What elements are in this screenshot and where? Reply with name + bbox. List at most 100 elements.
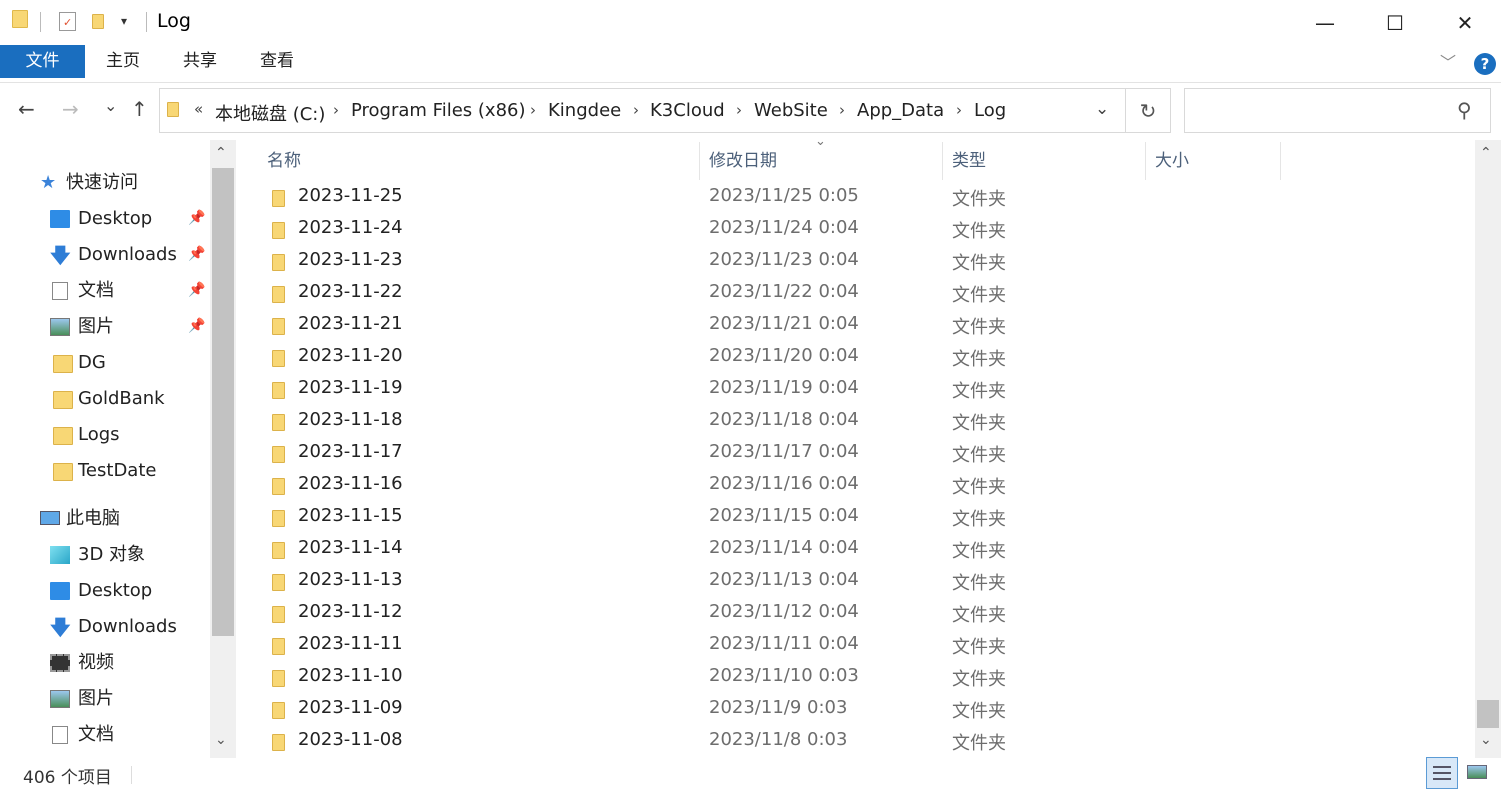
folder-icon bbox=[272, 382, 285, 399]
help-icon[interactable]: ? bbox=[1474, 53, 1496, 75]
breadcrumb-item[interactable]: Kingdee bbox=[548, 100, 621, 121]
chevron-right-icon[interactable]: › bbox=[530, 101, 536, 119]
new-folder-icon[interactable] bbox=[92, 14, 104, 29]
folder-icon bbox=[272, 638, 285, 655]
address-bar[interactable]: « 本地磁盘 (C:) › Program Files (x86) › King… bbox=[159, 88, 1126, 133]
file-type: 文件夹 bbox=[952, 701, 1006, 722]
file-type: 文件夹 bbox=[952, 317, 1006, 338]
column-header-date[interactable]: 修改日期 bbox=[709, 148, 777, 180]
chevron-right-icon[interactable]: › bbox=[839, 101, 845, 119]
sidebar-item-label: Desktop bbox=[78, 580, 153, 601]
sidebar-item-documents[interactable]: 文档 bbox=[48, 274, 208, 308]
details-view-button[interactable] bbox=[1426, 757, 1458, 789]
pin-icon[interactable]: 📌 bbox=[188, 246, 205, 262]
maximize-button[interactable]: ☐ bbox=[1360, 0, 1430, 45]
sidebar-item-logs[interactable]: Logs bbox=[48, 418, 208, 452]
sidebar-item-goldbank[interactable]: GoldBank bbox=[48, 382, 208, 416]
file-name: 2023-11-17 bbox=[298, 441, 403, 462]
folder-icon bbox=[272, 542, 285, 559]
sidebar-item-3d-objects[interactable]: 3D 对象 bbox=[48, 538, 208, 572]
pin-icon[interactable]: 📌 bbox=[188, 318, 205, 334]
folder-icon bbox=[272, 190, 285, 207]
file-type: 文件夹 bbox=[952, 669, 1006, 690]
back-button[interactable]: ← bbox=[18, 97, 35, 121]
tab-file[interactable]: 文件 bbox=[0, 45, 85, 78]
properties-icon[interactable]: ✓ bbox=[59, 12, 76, 31]
minimize-button[interactable]: — bbox=[1290, 0, 1360, 45]
file-type: 文件夹 bbox=[952, 349, 1006, 370]
maximize-icon: ☐ bbox=[1386, 10, 1404, 35]
folder-icon bbox=[272, 606, 285, 623]
breadcrumb-overflow-icon[interactable]: « bbox=[194, 100, 203, 118]
customize-toolbar-icon[interactable]: ▾ bbox=[121, 14, 127, 28]
file-name: 2023-11-23 bbox=[298, 249, 403, 270]
pin-icon[interactable]: 📌 bbox=[188, 282, 205, 298]
file-list-scrollbar[interactable] bbox=[1475, 140, 1501, 758]
file-date: 2023/11/19 0:04 bbox=[709, 377, 859, 398]
forward-button[interactable]: → bbox=[62, 97, 79, 121]
chevron-right-icon[interactable]: › bbox=[333, 101, 339, 119]
sidebar-item-label: 此电脑 bbox=[66, 508, 120, 529]
file-name: 2023-11-11 bbox=[298, 633, 403, 654]
column-divider[interactable] bbox=[1145, 142, 1146, 180]
scroll-down-icon[interactable]: ⌄ bbox=[215, 732, 227, 748]
column-header-size[interactable]: 大小 bbox=[1155, 148, 1189, 180]
sidebar-scrollbar-thumb[interactable] bbox=[212, 168, 234, 636]
file-date: 2023/11/25 0:05 bbox=[709, 185, 859, 206]
sidebar-item-pictures-pc[interactable]: 图片 bbox=[48, 682, 208, 716]
sidebar-item-pictures[interactable]: 图片 bbox=[48, 310, 208, 344]
refresh-button[interactable]: ↻ bbox=[1126, 88, 1171, 133]
breadcrumb-item[interactable]: K3Cloud bbox=[650, 100, 725, 121]
recent-locations-button[interactable]: ⌄ bbox=[104, 96, 117, 115]
sidebar-item-desktop-pc[interactable]: Desktop bbox=[48, 574, 208, 608]
sidebar-item-documents-pc[interactable]: 文档 bbox=[48, 718, 208, 752]
chevron-right-icon[interactable]: › bbox=[633, 101, 639, 119]
column-header-name[interactable]: 名称 bbox=[267, 148, 301, 180]
close-button[interactable]: ✕ bbox=[1430, 0, 1500, 45]
breadcrumb-item[interactable]: App_Data bbox=[857, 100, 944, 121]
sidebar-item-label: 3D 对象 bbox=[78, 544, 146, 565]
sidebar-item-label: Downloads bbox=[78, 616, 177, 637]
file-type: 文件夹 bbox=[952, 541, 1006, 562]
chevron-right-icon[interactable]: › bbox=[736, 101, 742, 119]
chevron-right-icon[interactable]: › bbox=[956, 101, 962, 119]
file-row[interactable] bbox=[238, 696, 1475, 728]
sidebar-item-videos[interactable]: 视频 bbox=[48, 646, 208, 680]
tab-view[interactable]: 查看 bbox=[249, 45, 305, 78]
breadcrumb-item-current[interactable]: Log bbox=[974, 100, 1006, 121]
pin-icon[interactable]: 📌 bbox=[188, 210, 205, 226]
file-row[interactable] bbox=[238, 728, 1475, 760]
file-date: 2023/11/9 0:03 bbox=[709, 697, 848, 718]
search-input[interactable]: ⚲ bbox=[1184, 88, 1491, 133]
breadcrumb-item[interactable]: WebSite bbox=[754, 100, 828, 121]
scroll-up-icon[interactable]: ⌃ bbox=[1480, 145, 1492, 161]
folder-icon bbox=[53, 463, 73, 481]
sidebar-item-downloads-pc[interactable]: 🡇 Downloads bbox=[48, 610, 208, 644]
up-button[interactable]: ↑ bbox=[131, 97, 148, 121]
sidebar-item-label: 文档 bbox=[78, 724, 114, 745]
address-dropdown-icon[interactable]: ⌄ bbox=[1095, 99, 1109, 119]
sidebar-item-downloads[interactable]: 🡇 Downloads bbox=[48, 238, 208, 272]
tab-share[interactable]: 共享 bbox=[172, 45, 228, 78]
file-name: 2023-11-25 bbox=[298, 185, 403, 206]
document-icon bbox=[52, 282, 68, 300]
column-divider[interactable] bbox=[942, 142, 943, 180]
sidebar-item-dg[interactable]: DG bbox=[48, 346, 208, 380]
sidebar-item-testdate[interactable]: TestDate bbox=[48, 454, 208, 488]
breadcrumb-item[interactable]: 本地磁盘 (C:) bbox=[215, 100, 325, 126]
breadcrumb-item[interactable]: Program Files (x86) bbox=[351, 100, 526, 121]
file-date: 2023/11/18 0:04 bbox=[709, 409, 859, 430]
sidebar-item-label: GoldBank bbox=[78, 388, 165, 409]
file-date: 2023/11/14 0:04 bbox=[709, 537, 859, 558]
expand-ribbon-icon[interactable]: ﹀ bbox=[1440, 49, 1456, 73]
column-header-type[interactable]: 类型 bbox=[952, 148, 986, 180]
sidebar-item-desktop[interactable]: Desktop bbox=[48, 202, 208, 236]
scroll-up-icon[interactable]: ⌃ bbox=[215, 145, 227, 161]
scroll-down-icon[interactable]: ⌄ bbox=[1480, 732, 1492, 748]
file-list-scrollbar-thumb[interactable] bbox=[1477, 700, 1499, 728]
column-divider[interactable] bbox=[699, 142, 700, 180]
column-divider[interactable] bbox=[1280, 142, 1281, 180]
large-icons-view-button[interactable] bbox=[1462, 757, 1494, 789]
file-type: 文件夹 bbox=[952, 509, 1006, 530]
tab-home[interactable]: 主页 bbox=[95, 45, 151, 78]
